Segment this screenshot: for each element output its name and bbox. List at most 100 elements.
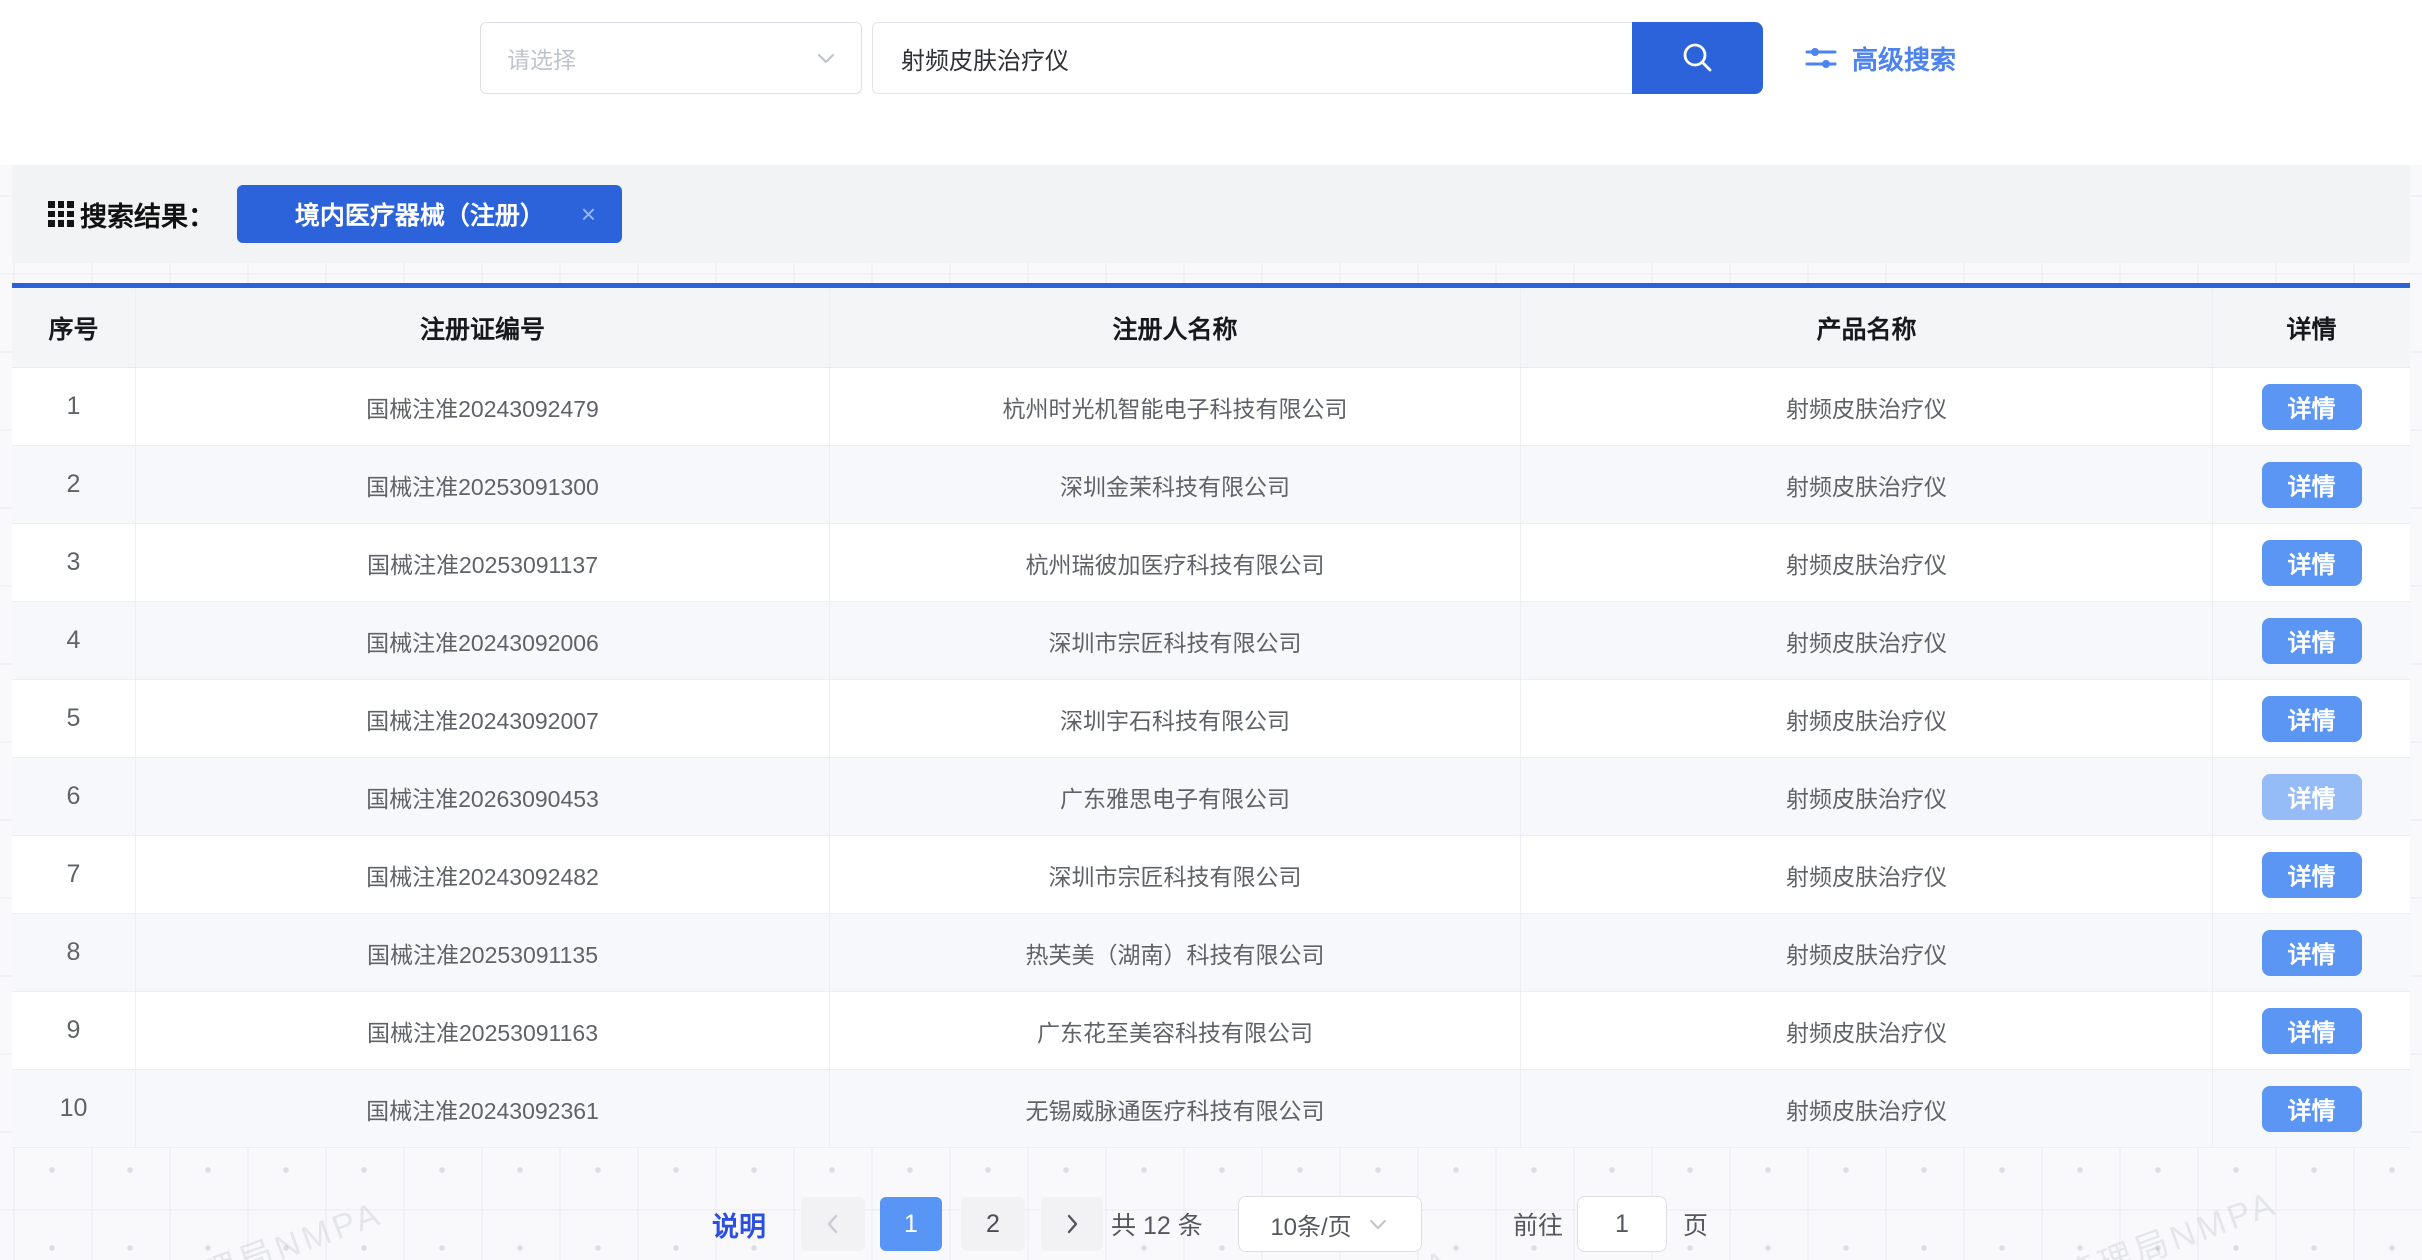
detail-button[interactable]: 详情	[2262, 1008, 2362, 1054]
row-index: 5	[12, 680, 136, 757]
results-table: 序号 注册证编号 注册人名称 产品名称 详情 1 国械注准20243092479…	[12, 283, 2410, 1148]
row-cert-no: 国械注准20243092479	[136, 368, 830, 445]
row-index: 2	[12, 446, 136, 523]
page: 国家药品监督管理局NMPA 国家药品监督管理局NMPA 国家药品监督管理局NMP…	[0, 0, 2422, 1260]
row-detail-cell: 详情	[2213, 1070, 2410, 1147]
chevron-right-icon	[1059, 1211, 1085, 1237]
table-row: 4 国械注准20243092006 深圳市宗匠科技有限公司 射频皮肤治疗仪 详情	[12, 602, 2410, 680]
row-product: 射频皮肤治疗仪	[1521, 446, 2213, 523]
filter-tag-label: 境内医疗器械（注册）	[269, 196, 571, 232]
row-detail-cell: 详情	[2213, 992, 2410, 1069]
search-button[interactable]	[1632, 22, 1763, 94]
row-index: 10	[12, 1070, 136, 1147]
col-header-detail: 详情	[2213, 288, 2410, 367]
row-index: 3	[12, 524, 136, 601]
row-product: 射频皮肤治疗仪	[1521, 524, 2213, 601]
row-cert-no: 国械注准20243092006	[136, 602, 830, 679]
table-row: 9 国械注准20253091163 广东花至美容科技有限公司 射频皮肤治疗仪 详…	[12, 992, 2410, 1070]
row-detail-cell: 详情	[2213, 524, 2410, 601]
row-product: 射频皮肤治疗仪	[1521, 680, 2213, 757]
row-registrant: 深圳市宗匠科技有限公司	[830, 602, 1521, 679]
category-select-placeholder: 请选择	[507, 41, 813, 75]
row-cert-no: 国械注准20253091300	[136, 446, 830, 523]
col-header-cert-no: 注册证编号	[136, 288, 830, 367]
row-detail-cell: 详情	[2213, 914, 2410, 991]
search-icon	[1678, 38, 1718, 78]
close-icon[interactable]: ×	[571, 199, 596, 230]
row-registrant: 深圳金茉科技有限公司	[830, 446, 1521, 523]
advanced-search-link[interactable]: 高级搜索	[1802, 22, 1956, 94]
row-detail-cell: 详情	[2213, 758, 2410, 835]
row-index: 7	[12, 836, 136, 913]
category-select[interactable]: 请选择	[480, 22, 862, 94]
row-registrant: 广东花至美容科技有限公司	[830, 992, 1521, 1069]
row-cert-no: 国械注准20253091135	[136, 914, 830, 991]
table-row: 5 国械注准20243092007 深圳宇石科技有限公司 射频皮肤治疗仪 详情	[12, 680, 2410, 758]
table-row: 6 国械注准20263090453 广东雅思电子有限公司 射频皮肤治疗仪 详情	[12, 758, 2410, 836]
row-product: 射频皮肤治疗仪	[1521, 1070, 2213, 1147]
row-registrant: 杭州瑞彼加医疗科技有限公司	[830, 524, 1521, 601]
table-row: 8 国械注准20253091135 热芙美（湖南）科技有限公司 射频皮肤治疗仪 …	[12, 914, 2410, 992]
filter-tag[interactable]: 境内医疗器械（注册） ×	[237, 185, 622, 243]
row-detail-cell: 详情	[2213, 446, 2410, 523]
table-header-row: 序号 注册证编号 注册人名称 产品名称 详情	[12, 288, 2410, 368]
row-index: 4	[12, 602, 136, 679]
table-body: 1 国械注准20243092479 杭州时光机智能电子科技有限公司 射频皮肤治疗…	[12, 368, 2410, 1148]
detail-button[interactable]: 详情	[2262, 540, 2362, 586]
row-registrant: 广东雅思电子有限公司	[830, 758, 1521, 835]
detail-button[interactable]: 详情	[2262, 384, 2362, 430]
search-input[interactable]: 射频皮肤治疗仪	[872, 22, 1632, 94]
row-cert-no: 国械注准20253091137	[136, 524, 830, 601]
detail-button[interactable]: 详情	[2262, 618, 2362, 664]
row-cert-no: 国械注准20253091163	[136, 992, 830, 1069]
row-product: 射频皮肤治疗仪	[1521, 758, 2213, 835]
search-bar: 请选择 射频皮肤治疗仪 高级搜索	[0, 0, 2422, 165]
table-row: 1 国械注准20243092479 杭州时光机智能电子科技有限公司 射频皮肤治疗…	[12, 368, 2410, 446]
page-button-2[interactable]: 2	[961, 1197, 1025, 1251]
row-registrant: 无锡威脉通医疗科技有限公司	[830, 1070, 1521, 1147]
row-product: 射频皮肤治疗仪	[1521, 914, 2213, 991]
next-page-button[interactable]	[1041, 1197, 1103, 1251]
table-row: 3 国械注准20253091137 杭州瑞彼加医疗科技有限公司 射频皮肤治疗仪 …	[12, 524, 2410, 602]
row-detail-cell: 详情	[2213, 368, 2410, 445]
row-registrant: 热芙美（湖南）科技有限公司	[830, 914, 1521, 991]
col-header-index: 序号	[12, 288, 136, 367]
prev-page-button[interactable]	[801, 1197, 865, 1251]
total-count: 共 12 条	[1111, 1196, 1203, 1252]
results-label: 搜索结果：	[80, 195, 215, 234]
row-index: 9	[12, 992, 136, 1069]
row-product: 射频皮肤治疗仪	[1521, 992, 2213, 1069]
detail-button[interactable]: 详情	[2262, 930, 2362, 976]
detail-button[interactable]: 详情	[2262, 696, 2362, 742]
row-cert-no: 国械注准20263090453	[136, 758, 830, 835]
results-bar: 搜索结果： 境内医疗器械（注册） ×	[12, 165, 2410, 263]
sliders-icon	[1802, 39, 1840, 77]
detail-button[interactable]: 详情	[2262, 852, 2362, 898]
chevron-down-icon	[1366, 1212, 1390, 1236]
row-index: 8	[12, 914, 136, 991]
row-registrant: 深圳宇石科技有限公司	[830, 680, 1521, 757]
row-product: 射频皮肤治疗仪	[1521, 602, 2213, 679]
note-link[interactable]: 说明	[712, 1196, 766, 1252]
col-header-registrant: 注册人名称	[830, 288, 1521, 367]
detail-button[interactable]: 详情	[2262, 1086, 2362, 1132]
detail-button[interactable]: 详情	[2262, 774, 2362, 820]
table-row: 7 国械注准20243092482 深圳市宗匠科技有限公司 射频皮肤治疗仪 详情	[12, 836, 2410, 914]
row-cert-no: 国械注准20243092361	[136, 1070, 830, 1147]
detail-button[interactable]: 详情	[2262, 462, 2362, 508]
row-index: 1	[12, 368, 136, 445]
row-detail-cell: 详情	[2213, 602, 2410, 679]
row-detail-cell: 详情	[2213, 680, 2410, 757]
goto-page-value: 1	[1615, 1210, 1629, 1239]
goto-page-input[interactable]: 1	[1577, 1196, 1667, 1252]
row-product: 射频皮肤治疗仪	[1521, 836, 2213, 913]
row-product: 射频皮肤治疗仪	[1521, 368, 2213, 445]
pagination: 说明 1 2 共 12 条 10条/页 前往 1 页	[0, 1196, 2422, 1252]
chevron-down-icon	[813, 45, 839, 71]
table-row: 10 国械注准20243092361 无锡威脉通医疗科技有限公司 射频皮肤治疗仪…	[12, 1070, 2410, 1148]
page-button-1[interactable]: 1	[880, 1197, 942, 1251]
search-input-value: 射频皮肤治疗仪	[901, 41, 1069, 76]
row-cert-no: 国械注准20243092482	[136, 836, 830, 913]
row-index: 6	[12, 758, 136, 835]
page-size-select[interactable]: 10条/页	[1238, 1196, 1422, 1252]
